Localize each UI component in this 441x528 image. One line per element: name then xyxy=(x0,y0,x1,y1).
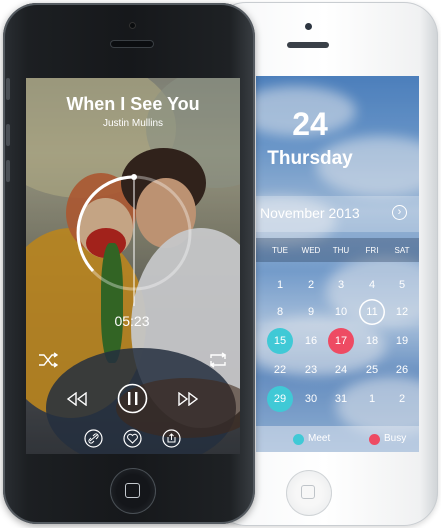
calendar-day-meet[interactable]: 29 xyxy=(267,386,293,412)
calendar-day[interactable]: 9 xyxy=(298,299,324,325)
fast-forward-icon[interactable] xyxy=(177,392,199,406)
calendar-day-meet[interactable]: 15 xyxy=(267,328,293,354)
meet-dot-icon xyxy=(293,434,304,445)
calendar-day[interactable]: 30 xyxy=(298,386,324,412)
share-icon[interactable] xyxy=(162,429,181,448)
next-month-icon[interactable]: › xyxy=(392,205,407,220)
date-number: 24 xyxy=(292,106,328,142)
calendar-day[interactable]: 2 xyxy=(298,272,324,298)
song-title: When I See You xyxy=(66,94,200,114)
volume-up-button xyxy=(6,124,10,146)
calendar-day[interactable]: 10 xyxy=(328,299,354,325)
black-phone-speaker xyxy=(111,41,153,47)
calendar-day-busy[interactable]: 17 xyxy=(328,328,354,354)
song-artist: Justin Mullins xyxy=(102,118,164,129)
weekday-label: WED xyxy=(301,246,321,255)
calendar-day[interactable]: 23 xyxy=(298,357,324,383)
volume-down-button xyxy=(6,160,10,182)
calendar-day[interactable]: 12 xyxy=(389,299,415,325)
link-icon[interactable] xyxy=(84,429,103,448)
weekday-label: TUE xyxy=(272,246,288,255)
weekday-label: FRI xyxy=(365,246,379,255)
calendar-day[interactable]: 1 xyxy=(267,272,293,298)
rewind-icon[interactable] xyxy=(66,392,88,406)
calendar-day[interactable]: 5 xyxy=(389,272,415,298)
calendar-day[interactable]: 3 xyxy=(328,272,354,298)
calendar-day[interactable]: 4 xyxy=(359,272,385,298)
calendar-day[interactable]: 25 xyxy=(359,357,385,383)
white-phone-speaker xyxy=(287,42,329,48)
home-square-icon xyxy=(301,485,315,499)
calendar-day[interactable]: 1 xyxy=(359,386,385,412)
calendar-day[interactable]: 22 xyxy=(267,357,293,383)
busy-dot-icon xyxy=(369,434,380,445)
white-phone-camera xyxy=(305,23,312,30)
heart-icon[interactable] xyxy=(123,429,142,448)
weekday-label: SAT xyxy=(394,246,410,255)
repeat-icon[interactable] xyxy=(208,352,228,368)
calendar-day-selected[interactable]: 11 xyxy=(359,299,385,325)
calendar-day[interactable]: 2 xyxy=(389,386,415,412)
legend-meet-label: Meet xyxy=(308,433,331,444)
calendar-day[interactable]: 24 xyxy=(328,357,354,383)
calendar-day[interactable]: 16 xyxy=(298,328,324,354)
weekday-label: THU xyxy=(332,246,350,255)
calendar-day[interactable]: 8 xyxy=(267,299,293,325)
calendar-day[interactable]: 19 xyxy=(389,328,415,354)
calendar-day[interactable]: 31 xyxy=(328,386,354,412)
black-phone-camera xyxy=(129,22,136,29)
pause-icon[interactable] xyxy=(117,383,148,414)
mute-switch xyxy=(6,78,10,100)
home-square-icon xyxy=(125,483,140,498)
month-label: November 2013 xyxy=(260,205,360,221)
day-name: Thursday xyxy=(267,148,353,169)
calendar-day[interactable]: 18 xyxy=(359,328,385,354)
elapsed-time: 05:23 xyxy=(114,313,150,329)
legend-busy-label: Busy xyxy=(384,433,407,444)
shuffle-icon[interactable] xyxy=(38,352,58,368)
calendar-day[interactable]: 26 xyxy=(389,357,415,383)
